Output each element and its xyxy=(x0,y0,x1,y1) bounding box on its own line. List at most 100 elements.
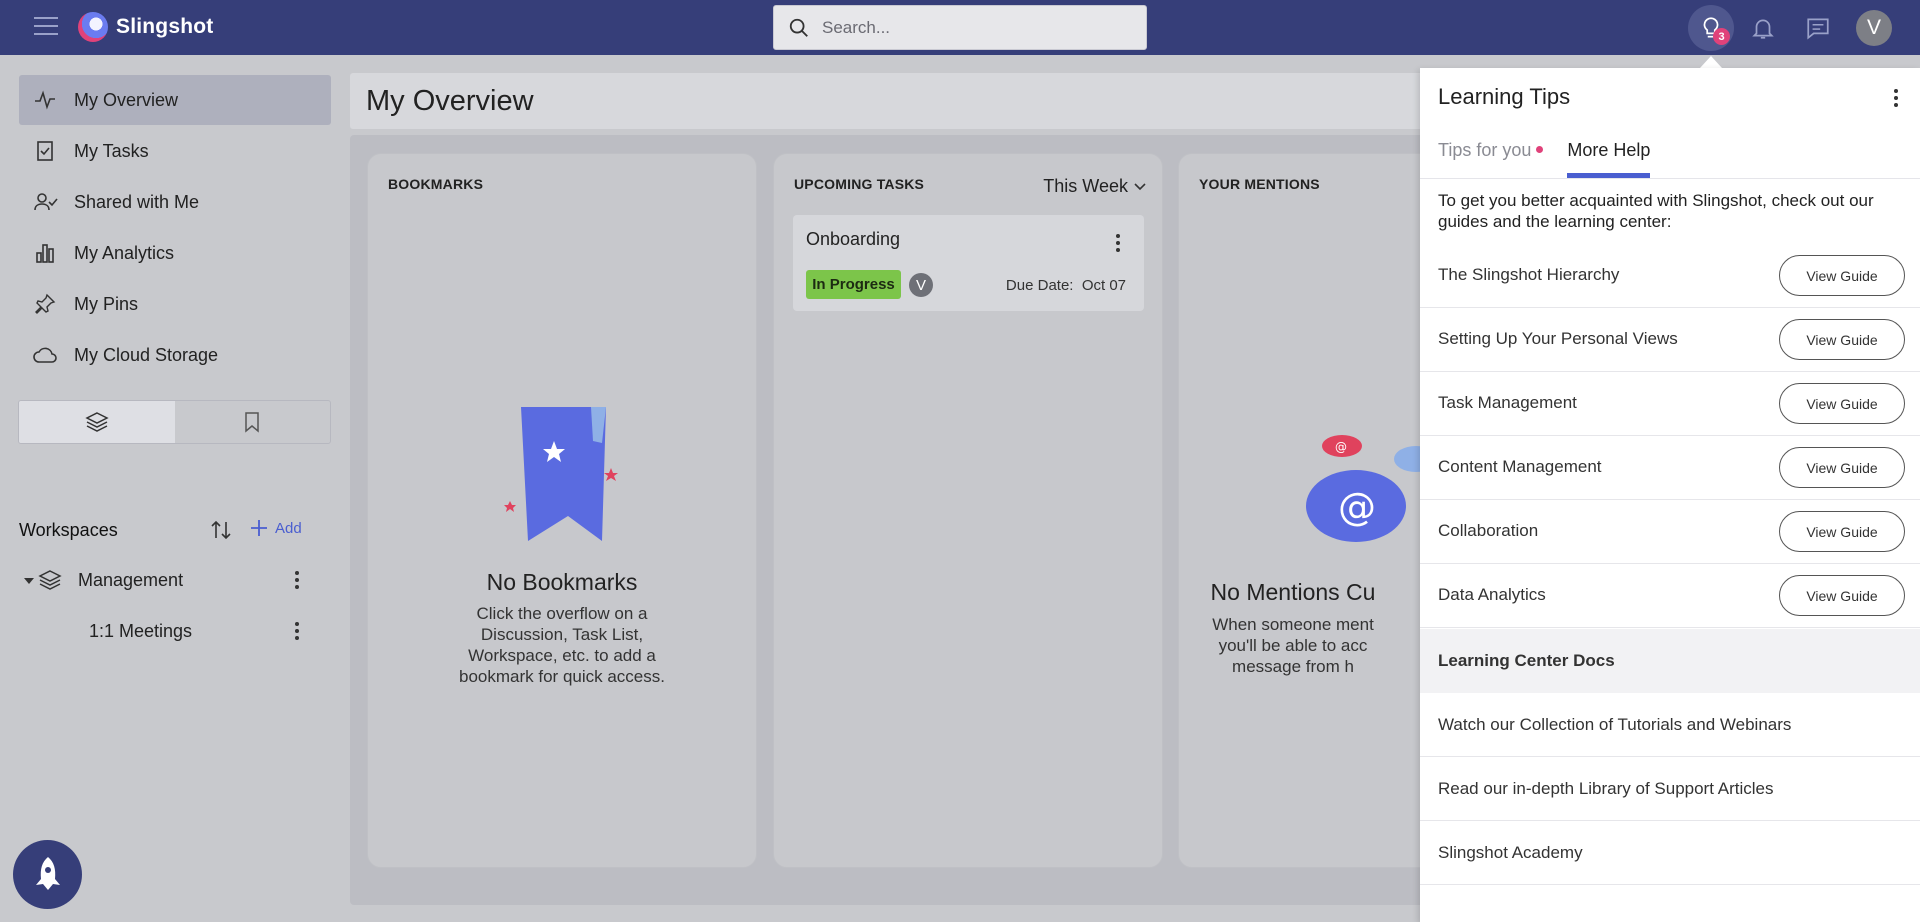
more-options-icon[interactable] xyxy=(287,568,307,592)
guide-row: Task Management View Guide xyxy=(1420,372,1920,436)
messages-button[interactable] xyxy=(1798,8,1838,48)
user-check-icon xyxy=(31,188,59,216)
workspace-label: Management xyxy=(78,569,184,590)
learning-link[interactable]: Read our in-depth Library of Support Art… xyxy=(1420,757,1920,821)
search-box[interactable] xyxy=(773,5,1147,50)
learning-center-section: Learning Center Docs xyxy=(1420,629,1920,693)
bookmarks-card: BOOKMARKS No Bookmarks Click the overflo… xyxy=(367,153,757,868)
workspace-item-management[interactable]: Management xyxy=(19,560,319,600)
guide-label: Setting Up Your Personal Views xyxy=(1438,329,1678,348)
workspaces-tab[interactable] xyxy=(19,401,175,443)
tab-divider xyxy=(1420,178,1920,179)
view-guide-button[interactable]: View Guide xyxy=(1779,575,1905,616)
guide-label: Collaboration xyxy=(1438,521,1539,540)
learning-link[interactable]: Slingshot Academy xyxy=(1420,821,1920,885)
rocket-icon xyxy=(35,856,60,890)
app-logo[interactable]: Slingshot xyxy=(78,12,213,42)
due-date: Due Date: Oct 07 xyxy=(1006,277,1126,294)
sidebar-item-my-analytics[interactable]: My Analytics xyxy=(19,228,331,278)
slingshot-logo-icon xyxy=(78,12,108,42)
sidebar-item-my-cloud-storage[interactable]: My Cloud Storage xyxy=(19,330,331,380)
guide-label: Data Analytics xyxy=(1438,585,1546,604)
bar-chart-icon xyxy=(31,239,59,267)
workspace-view-toggle xyxy=(18,400,331,444)
sort-icon[interactable] xyxy=(209,518,233,547)
hamburger-menu-icon[interactable] xyxy=(34,17,58,37)
add-label: Add xyxy=(275,519,302,537)
guide-row: The Slingshot Hierarchy View Guide xyxy=(1420,244,1920,308)
assignee-avatar: V xyxy=(909,273,933,297)
bookmarks-tab[interactable] xyxy=(175,401,331,443)
tab-label: More Help xyxy=(1567,140,1651,160)
notifications-button[interactable] xyxy=(1743,8,1783,48)
sidebar-item-shared-with-me[interactable]: Shared with Me xyxy=(19,177,331,227)
guide-label: Task Management xyxy=(1438,393,1577,412)
view-guide-button[interactable]: View Guide xyxy=(1779,319,1905,360)
week-filter-label: This Week xyxy=(1043,176,1128,196)
view-guide-button[interactable]: View Guide xyxy=(1779,447,1905,488)
sidebar: My Overview My Tasks Shared with Me My A… xyxy=(0,55,345,922)
learning-tips-button[interactable]: 3 xyxy=(1688,5,1734,51)
no-bookmarks-title: No Bookmarks xyxy=(486,569,638,595)
workspace-item-1-1-meetings[interactable]: 1:1 Meetings xyxy=(19,611,319,651)
add-workspace-button[interactable]: Add xyxy=(249,518,302,538)
user-avatar[interactable]: V xyxy=(1856,10,1892,46)
sidebar-item-label: My Tasks xyxy=(74,140,149,161)
tab-more-help[interactable]: More Help xyxy=(1567,140,1651,178)
intro-text: To get you better acquainted with Slings… xyxy=(1438,191,1874,231)
bookmarks-title: BOOKMARKS xyxy=(388,176,484,192)
task-check-icon xyxy=(31,137,59,165)
workspace-label: 1:1 Meetings xyxy=(89,620,193,641)
guide-row: Content Management View Guide xyxy=(1420,436,1920,500)
unread-dot xyxy=(1536,146,1544,153)
guide-label: Content Management xyxy=(1438,457,1602,476)
link-label: Watch our Collection of Tutorials and We… xyxy=(1438,715,1792,734)
guide-label: The Slingshot Hierarchy xyxy=(1438,265,1620,284)
caret-down-icon[interactable] xyxy=(23,574,35,586)
bookmark-icon xyxy=(245,412,259,433)
more-options-icon[interactable] xyxy=(287,619,307,643)
sidebar-item-my-pins[interactable]: My Pins xyxy=(19,279,331,329)
chevron-down-icon xyxy=(1134,182,1146,190)
sidebar-item-label: My Overview xyxy=(74,89,179,110)
section-title: Learning Center Docs xyxy=(1438,651,1615,670)
layers-icon xyxy=(85,412,109,432)
view-guide-button[interactable]: View Guide xyxy=(1779,383,1905,424)
guide-row: Collaboration View Guide xyxy=(1420,500,1920,564)
due-value: Oct 07 xyxy=(1081,277,1126,294)
more-options-icon[interactable] xyxy=(1108,231,1128,255)
status-badge: In Progress xyxy=(806,270,901,299)
sidebar-item-my-tasks[interactable]: My Tasks xyxy=(19,126,331,176)
more-options-icon[interactable] xyxy=(1886,86,1906,110)
view-guide-button[interactable]: View Guide xyxy=(1779,511,1905,552)
panel-title: Learning Tips xyxy=(1438,84,1571,109)
sidebar-item-my-overview[interactable]: My Overview xyxy=(19,75,331,125)
app-name: Slingshot xyxy=(116,15,214,38)
cloud-icon xyxy=(31,341,59,369)
search-input[interactable] xyxy=(822,17,1122,38)
tips-count-badge: 3 xyxy=(1713,28,1730,45)
due-label: Due Date: xyxy=(1005,277,1074,294)
pulse-icon xyxy=(31,86,59,114)
tab-tips-for-you[interactable]: Tips for you xyxy=(1438,140,1544,178)
top-bar: Slingshot 3 V xyxy=(0,0,1920,55)
no-bookmarks-line: Click the overflow on a xyxy=(476,604,648,623)
sidebar-item-label: My Analytics xyxy=(74,242,175,263)
tips-tabs: Tips for you More Help xyxy=(1438,140,1651,178)
link-label: Slingshot Academy xyxy=(1438,843,1583,862)
launch-button[interactable] xyxy=(13,840,82,909)
guide-row: Setting Up Your Personal Views View Guid… xyxy=(1420,308,1920,372)
chat-icon xyxy=(1807,18,1829,40)
page-title: My Overview xyxy=(366,85,534,117)
svg-text:@: @ xyxy=(1335,440,1347,454)
upcoming-tasks-title: UPCOMING TASKS xyxy=(794,176,925,192)
task-name: Onboarding xyxy=(806,229,901,249)
bookmark-illustration xyxy=(504,407,618,541)
sidebar-item-label: Shared with Me xyxy=(74,191,200,212)
week-filter-dropdown[interactable]: This Week xyxy=(1043,176,1146,197)
learning-link[interactable]: Watch our Collection of Tutorials and We… xyxy=(1420,693,1920,757)
workspaces-title: Workspaces xyxy=(19,519,118,540)
popup-caret xyxy=(1700,56,1722,68)
task-card[interactable]: Onboarding In Progress V Due Date: Oct 0… xyxy=(793,215,1144,311)
view-guide-button[interactable]: View Guide xyxy=(1779,255,1905,296)
